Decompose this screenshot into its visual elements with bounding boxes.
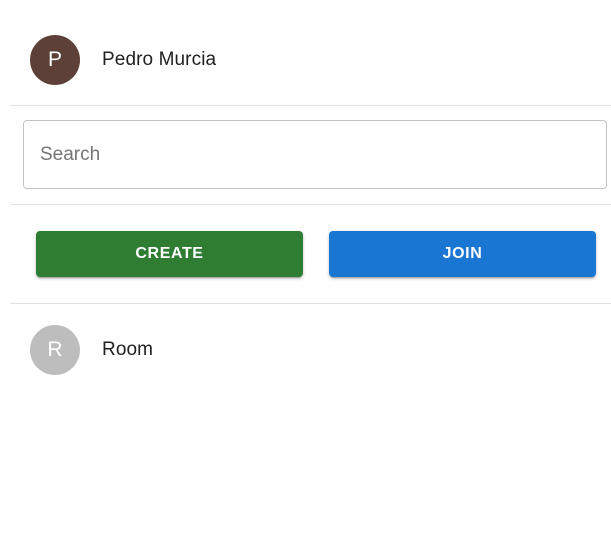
search-field[interactable] bbox=[23, 120, 607, 189]
room-list-item[interactable]: R Room bbox=[30, 325, 153, 375]
user-name: Pedro Murcia bbox=[102, 49, 217, 70]
divider-bottom bbox=[10, 303, 611, 304]
room-avatar-initial: R bbox=[47, 338, 63, 361]
create-button-label: CREATE bbox=[135, 245, 204, 262]
chat-panel: P Pedro Murcia CREATE JOIN R Room bbox=[0, 0, 611, 554]
current-user: P Pedro Murcia bbox=[30, 35, 216, 85]
create-button[interactable]: CREATE bbox=[36, 231, 303, 277]
divider-top bbox=[10, 105, 611, 106]
user-avatar-initial: P bbox=[47, 48, 62, 71]
join-button-label: JOIN bbox=[442, 245, 483, 262]
room-avatar: R bbox=[30, 325, 80, 375]
search-input[interactable] bbox=[24, 121, 606, 188]
user-avatar: P bbox=[30, 35, 80, 85]
join-button[interactable]: JOIN bbox=[329, 231, 596, 277]
room-name: Room bbox=[102, 339, 154, 360]
divider-middle bbox=[10, 204, 611, 205]
